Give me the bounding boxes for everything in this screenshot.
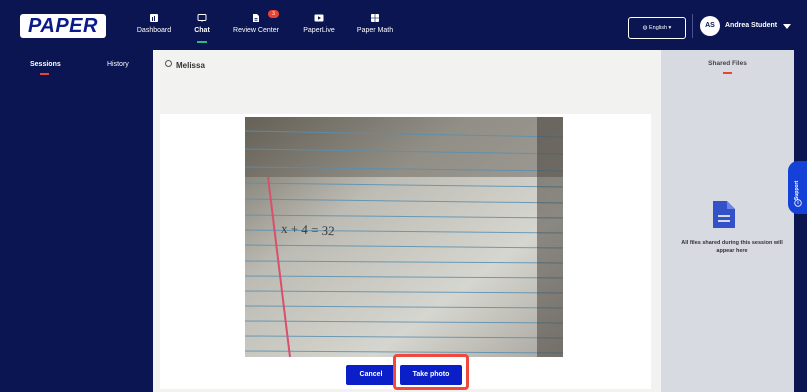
chat-icon: [197, 14, 207, 22]
tutor-name-header: Melissa: [165, 60, 205, 70]
shared-files-indicator: [723, 72, 732, 74]
nav-label: Dashboard: [136, 27, 172, 34]
active-nav-indicator: [197, 41, 207, 43]
nav-label: Chat: [194, 27, 210, 34]
header-divider: [692, 14, 693, 38]
chat-pane: Melissa x + 4 = 32 Cancel Take photo: [153, 50, 661, 392]
nav-review-center[interactable]: 3 Review Center: [232, 10, 280, 43]
support-label: Support: [794, 180, 800, 200]
user-menu-caret-icon[interactable]: [783, 24, 791, 29]
play-icon: [314, 14, 324, 22]
no-files-message: All files shared during this session wil…: [681, 240, 783, 254]
take-photo-highlight: [393, 354, 469, 390]
calculator-icon: [371, 14, 379, 22]
support-help-icon: [794, 199, 802, 207]
shared-files-title: Shared Files: [708, 60, 747, 67]
window-edge: [807, 0, 812, 392]
language-label: English: [648, 25, 668, 31]
nav-chat[interactable]: Chat: [190, 13, 214, 43]
dashboard-icon: [150, 14, 158, 22]
user-name[interactable]: Andrea Student: [725, 22, 777, 29]
tab-history[interactable]: History: [107, 61, 129, 68]
sidebar: Sessions History: [0, 50, 153, 392]
document-icon: [253, 14, 259, 22]
shared-files-panel: Shared Files All files shared during thi…: [661, 50, 794, 392]
file-icon: [713, 201, 735, 228]
active-tab-indicator: [40, 73, 49, 75]
handwritten-equation: x + 4 = 32: [280, 220, 336, 239]
nav-label: Review Center: [233, 27, 279, 34]
nav-dashboard[interactable]: Dashboard: [136, 13, 172, 43]
language-selector[interactable]: ◍ English ▾: [628, 17, 686, 39]
review-count-badge: 3: [268, 10, 279, 18]
nav-label: PaperLive: [303, 27, 335, 34]
camera-capture-panel: x + 4 = 32: [160, 114, 651, 389]
status-dot-icon: [165, 60, 172, 67]
nav-paper-math[interactable]: Paper Math: [356, 13, 394, 43]
tutor-name: Melissa: [176, 61, 205, 70]
nav-paperlive[interactable]: PaperLive: [302, 13, 336, 43]
tab-sessions[interactable]: Sessions: [30, 61, 61, 68]
avatar[interactable]: AS: [700, 16, 720, 36]
top-navigation-bar: PAPER Dashboard Chat 3 Review Center Pap…: [0, 0, 807, 50]
chevron-down-icon: ▾: [667, 25, 672, 31]
right-edge-bar: [794, 50, 807, 392]
paper-logo[interactable]: PAPER: [20, 14, 106, 38]
nav-label: Paper Math: [356, 27, 394, 34]
cancel-button[interactable]: Cancel: [346, 365, 396, 385]
